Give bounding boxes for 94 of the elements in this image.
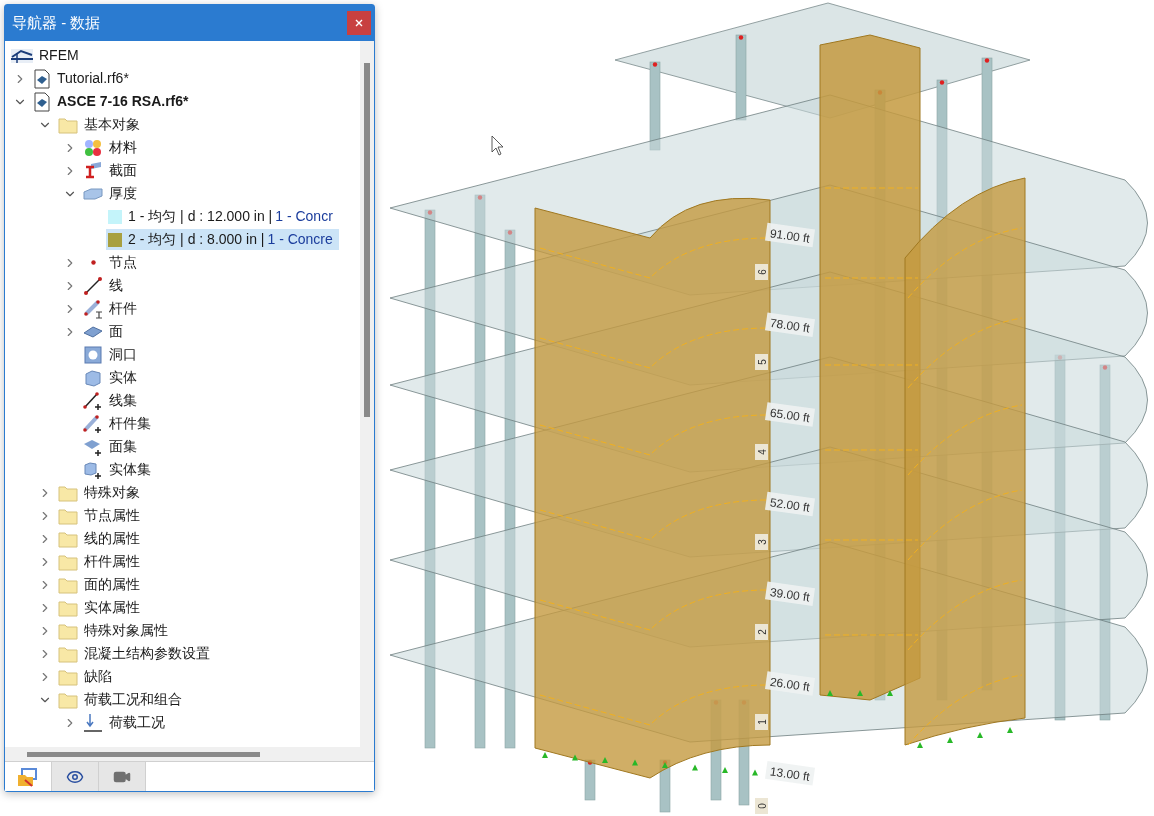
- tree-item[interactable]: Tutorial.rf6*: [31, 68, 135, 89]
- line-icon: [83, 275, 103, 296]
- story-label: 1: [755, 714, 768, 730]
- tree-item[interactable]: 1 - 均匀 | d : 12.000 in | 1 - Concr: [106, 206, 339, 227]
- support-icon: [692, 764, 698, 771]
- folder-icon: [58, 529, 78, 548]
- member-icon: [83, 298, 103, 319]
- folder-icon: [58, 644, 78, 663]
- tree-item[interactable]: 荷载工况: [81, 712, 171, 733]
- story-label: 0: [755, 798, 768, 814]
- vertical-scrollbar[interactable]: [360, 41, 374, 747]
- window-title: 导航器 - 数据: [12, 12, 101, 33]
- folder-icon: [58, 598, 78, 617]
- load-arrow-icon: [83, 712, 103, 733]
- tree-item[interactable]: 杆件属性: [56, 551, 146, 572]
- tree-item[interactable]: RFEM: [9, 45, 85, 66]
- surface-icon: [83, 324, 103, 339]
- tree-item[interactable]: 面: [81, 321, 129, 342]
- support-icon: [827, 690, 833, 696]
- tree-item[interactable]: 节点属性: [56, 505, 146, 526]
- materials-icon: [83, 137, 103, 158]
- tree-item[interactable]: 特殊对象属性: [56, 620, 174, 641]
- support-icon: [602, 757, 608, 763]
- close-button[interactable]: [347, 11, 371, 35]
- i-beam-icon: [83, 160, 103, 181]
- tree-item[interactable]: 厚度: [81, 183, 143, 204]
- line-set-icon: [83, 390, 103, 411]
- tree-item[interactable]: 基本对象: [56, 114, 146, 135]
- story-label: 5: [755, 354, 768, 370]
- tree-item[interactable]: 实体属性: [56, 597, 146, 618]
- story-label: 2: [755, 624, 768, 640]
- support-icon: [542, 752, 548, 758]
- beam-logo-icon: [11, 47, 33, 64]
- elevation-label: 65.00 ft: [765, 402, 815, 427]
- node-icon: [90, 260, 96, 265]
- elevation-label: 78.00 ft: [765, 312, 815, 337]
- support-icon: [662, 762, 668, 768]
- tree-item[interactable]: 节点: [81, 252, 143, 273]
- folder-icon: [58, 690, 78, 709]
- panel-tab[interactable]: [99, 762, 146, 791]
- model-file-icon: [33, 68, 51, 89]
- elevation-label: 39.00 ft: [765, 581, 815, 607]
- folder-icon: [58, 552, 78, 571]
- cube-set-icon: [83, 459, 103, 480]
- folder-icon: [58, 667, 78, 686]
- horizontal-scrollbar[interactable]: [5, 747, 374, 761]
- member-set-icon: [83, 413, 103, 434]
- folder-icon: [58, 621, 78, 640]
- support-icon: [632, 759, 638, 766]
- support-icon: [572, 754, 578, 761]
- tree-item[interactable]: 荷载工况和组合: [56, 689, 188, 710]
- tree-item[interactable]: 材料: [81, 137, 143, 158]
- tree-item[interactable]: 杆件集: [81, 413, 157, 434]
- support-icon: [947, 737, 953, 743]
- model-file-icon: [33, 91, 51, 112]
- support-icon: [752, 769, 758, 776]
- tree-item[interactable]: 2 - 均匀 | d : 8.000 in | 1 - Concre: [106, 229, 339, 250]
- folder-icon: [58, 575, 78, 594]
- support-icon: [722, 767, 728, 773]
- tree-item[interactable]: 线: [81, 275, 129, 296]
- story-label: 4: [755, 444, 768, 460]
- folder-icon: [58, 506, 78, 525]
- folder-icon: [58, 483, 78, 502]
- elevation-label: 13.00 ft: [765, 760, 815, 786]
- tree-item[interactable]: 杆件: [81, 298, 143, 319]
- mouse-pointer-icon: [491, 135, 504, 156]
- support-icon: [1007, 727, 1013, 733]
- tree-item[interactable]: ASCE 7-16 RSA.rf6*: [31, 91, 195, 112]
- tree-item[interactable]: 混凝土结构参数设置: [56, 643, 216, 664]
- elevation-label: 26.00 ft: [765, 671, 815, 696]
- tree-item[interactable]: 面集: [81, 436, 143, 457]
- plate-icon: [83, 186, 103, 201]
- tree-item[interactable]: 实体集: [81, 459, 157, 480]
- story-label: 6: [755, 264, 768, 280]
- folder-icon: [58, 115, 78, 134]
- support-icon: [857, 690, 863, 696]
- tree-item[interactable]: 缺陷: [56, 666, 118, 687]
- tree-item[interactable]: 面的属性: [56, 574, 146, 595]
- elevation-label: 52.00 ft: [765, 491, 815, 517]
- panel-tab[interactable]: [52, 762, 99, 791]
- support-icon: [977, 732, 983, 738]
- tree-item[interactable]: 截面: [81, 160, 143, 181]
- story-label: 3: [755, 534, 768, 550]
- opening-icon: [83, 344, 103, 365]
- tree-item[interactable]: 实体: [81, 367, 143, 388]
- tree-item[interactable]: 洞口: [81, 344, 143, 365]
- cube-icon: [83, 367, 103, 388]
- tree-item[interactable]: 线集: [81, 390, 143, 411]
- navigator-data-icon: [17, 766, 39, 787]
- close-icon: [355, 19, 363, 27]
- support-icon: [887, 690, 893, 696]
- tree-item[interactable]: 线的属性: [56, 528, 146, 549]
- elevation-label: 91.00 ft: [765, 222, 815, 248]
- tree-item[interactable]: 特殊对象: [56, 482, 146, 503]
